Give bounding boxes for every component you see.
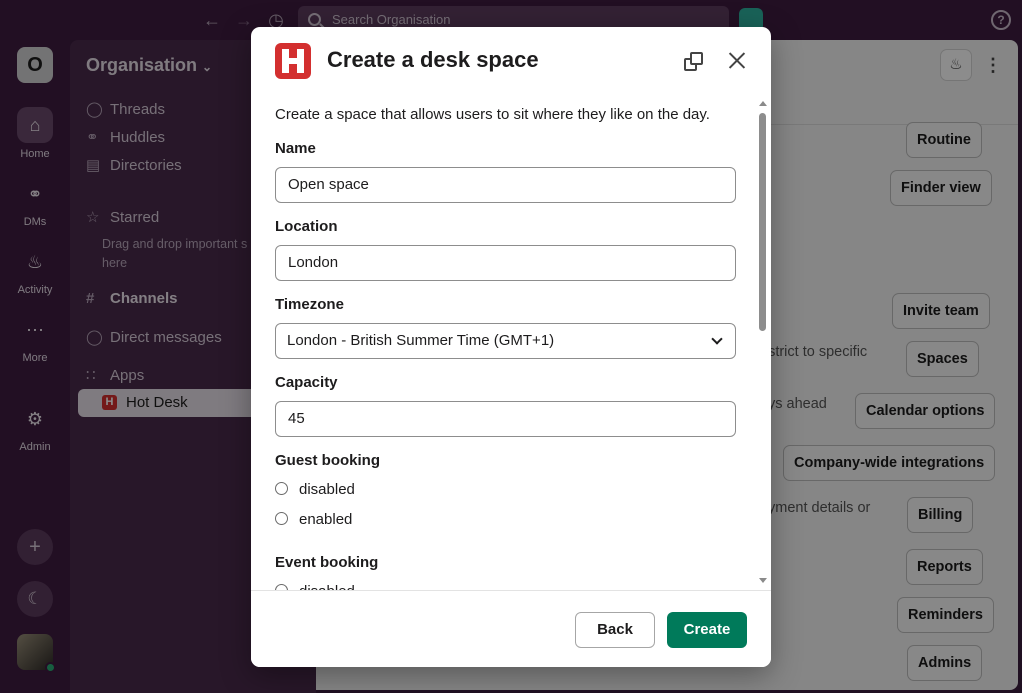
scroll-up-arrow-icon[interactable]	[759, 101, 767, 106]
name-field[interactable]: Open space	[275, 167, 736, 203]
modal-body: Create a space that allows users to sit …	[251, 97, 771, 590]
hot-desk-logo-icon	[275, 43, 311, 79]
event-booking-label: Event booking	[275, 554, 379, 571]
location-label: Location	[275, 218, 338, 235]
radio-button[interactable]	[275, 512, 288, 526]
event-booking-option-disabled[interactable]: disabled	[275, 583, 355, 590]
chevron-down-icon	[711, 333, 723, 345]
radio-label: disabled	[299, 481, 355, 498]
radio-button[interactable]	[275, 482, 288, 496]
scrollbar-thumb[interactable]	[759, 113, 766, 331]
modal-footer: Back Create	[251, 590, 771, 667]
scroll-down-arrow-icon[interactable]	[759, 578, 767, 583]
radio-label: disabled	[299, 583, 355, 590]
popout-icon[interactable]	[684, 51, 706, 73]
create-desk-space-modal: Create a desk space Create a space that …	[251, 27, 771, 667]
guest-booking-label: Guest booking	[275, 452, 380, 469]
modal-title: Create a desk space	[327, 47, 539, 72]
radio-label: enabled	[299, 511, 353, 528]
back-button[interactable]: Back	[575, 612, 655, 648]
create-button[interactable]: Create	[667, 612, 747, 648]
location-field[interactable]: London	[275, 245, 736, 281]
timezone-selected-value: London - British Summer Time (GMT+1)	[287, 332, 555, 349]
close-icon[interactable]	[725, 49, 749, 73]
modal-scrollbar[interactable]	[757, 101, 767, 587]
capacity-label: Capacity	[275, 374, 338, 391]
guest-booking-option-disabled[interactable]: disabled	[275, 481, 355, 498]
timezone-select[interactable]: London - British Summer Time (GMT+1)	[275, 323, 736, 359]
guest-booking-option-enabled[interactable]: enabled	[275, 511, 352, 528]
name-label: Name	[275, 140, 316, 157]
capacity-field[interactable]: 45	[275, 401, 736, 437]
modal-description: Create a space that allows users to sit …	[275, 106, 710, 123]
timezone-label: Timezone	[275, 296, 344, 313]
